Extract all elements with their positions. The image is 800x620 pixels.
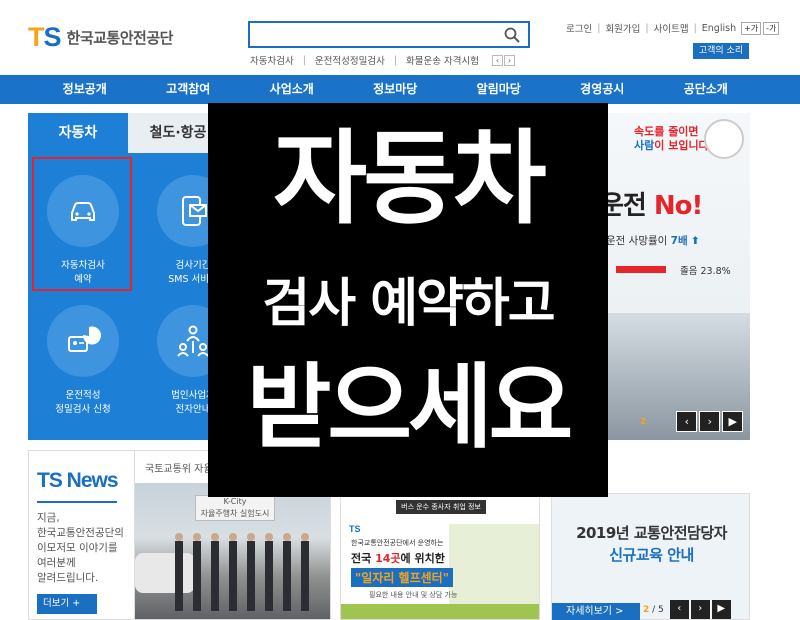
customer-voice-button[interactable]: 고객의 소리 xyxy=(693,43,749,59)
group-people-image xyxy=(135,533,309,611)
edu-controls: 2 / 5 ‹ › ▶ xyxy=(643,600,731,619)
license-chart-icon xyxy=(68,326,101,352)
mobile-mail-icon xyxy=(182,196,207,226)
highlight-box xyxy=(32,157,132,291)
edu-subtitle: 신규교육 안내 xyxy=(609,546,694,564)
nav-item-business[interactable]: 사업소개 xyxy=(240,75,344,104)
nav-item-participation[interactable]: 고객참여 xyxy=(137,75,241,104)
ts-news-box: TS News 지금, 한국교통안전공단의 이모저모 이야기를 여러분께 알려드… xyxy=(28,450,134,620)
speedometer-icon xyxy=(704,119,744,159)
news-photo: K-City 자율주행차 실험도시 xyxy=(135,483,330,619)
people-network-icon xyxy=(177,325,209,357)
news-description: 지금, 한국교통안전공단의 이모저모 이야기를 여러분께 알려드립니다. xyxy=(37,512,124,584)
caption-overlay: 자동차 검사 예약하고 받으세요 xyxy=(208,103,608,497)
arrow-up-icon: ⬆ xyxy=(690,235,700,247)
service-driver-aptitude-test[interactable]: 운전적성 정밀검사 신청 xyxy=(33,289,133,419)
banner-headline: 운전 No! xyxy=(600,191,703,221)
overlay-line-2: 검사 예약하고 xyxy=(262,274,555,334)
banner-page-number: 2 xyxy=(640,416,647,427)
nav-item-news[interactable]: 알림마당 xyxy=(447,75,551,104)
font-decrease-button[interactable]: -가 xyxy=(763,21,780,35)
font-increase-button[interactable]: +가 xyxy=(741,21,762,35)
ts-logo-small: TS xyxy=(349,524,361,534)
edu-more-button[interactable]: 자세히보기 > xyxy=(552,603,640,620)
nav-item-management[interactable]: 경영공시 xyxy=(551,75,655,104)
news-title: TS News xyxy=(37,469,119,492)
quick-link-car-inspection[interactable]: 자동차검사 xyxy=(250,53,294,67)
quick-link-cargo-exam[interactable]: 화물운송 자격시험 xyxy=(406,53,479,67)
banner-controls: 2 ‹ › ▶ xyxy=(640,411,744,432)
logo-mark: TS xyxy=(28,22,62,52)
signup-link[interactable]: 회원가입 xyxy=(605,21,640,35)
banner-speed-text: 속도를 줄이면 사람이 보입니다 xyxy=(634,125,709,152)
chevron-left-icon[interactable]: ‹ xyxy=(491,54,503,66)
chevron-right-icon[interactable]: › xyxy=(503,54,515,66)
edu-page-indicator: 2 / 5 xyxy=(643,604,664,615)
quick-link-driver-test[interactable]: 운전적성정밀검사 xyxy=(315,53,385,67)
overlay-line-3: 받으세요 xyxy=(246,354,574,461)
edu-title: 2019년 교통안전담당자 xyxy=(576,524,727,542)
main-nav: 정보공개 고객참여 사업소개 정보마당 알림마당 경영공시 공단소개 xyxy=(0,75,800,104)
kcity-sign: K-City 자율주행차 실험도시 xyxy=(195,495,275,521)
job-banner-sign: 버스 운수 종사자 취업 정보 xyxy=(396,500,486,514)
utility-links: 로그인 | 회원가입 | 사이트맵 | English +가 -가 xyxy=(566,21,780,35)
play-icon[interactable]: ▶ xyxy=(722,411,744,432)
site-logo[interactable]: TS 한국교통안전공단 xyxy=(28,22,173,53)
next-icon[interactable]: › xyxy=(699,411,721,432)
job-center-banner[interactable]: 버스 운수 종사자 취업 정보 TS 한국교통안전공단에서 운영하는 전국 14… xyxy=(340,493,540,620)
tab-car[interactable]: 자동차 xyxy=(28,113,128,153)
nav-item-info[interactable]: 정보마당 xyxy=(344,75,448,104)
promo-banner[interactable]: 속도를 줄이면 사람이 보입니다 운전 No! 운전 사망률이 7배 ⬆ 졸음 … xyxy=(596,113,750,440)
english-link[interactable]: English xyxy=(702,23,736,34)
news-more-button[interactable]: 더보기 + xyxy=(37,594,97,614)
prev-icon[interactable]: ‹ xyxy=(676,411,698,432)
search-icon[interactable] xyxy=(504,27,520,43)
map-image xyxy=(449,524,539,604)
news-caption: 국토교통위 자율 xyxy=(145,464,213,475)
nav-item-about[interactable]: 공단소개 xyxy=(654,75,758,104)
banner-bar: 졸음 23.8% xyxy=(606,260,746,278)
sitemap-link[interactable]: 사이트맵 xyxy=(654,21,689,35)
banner-stat: 운전 사망률이 7배 ⬆ xyxy=(606,235,700,247)
logo-text: 한국교통안전공단 xyxy=(66,29,174,47)
next-icon[interactable]: › xyxy=(690,600,710,619)
search-quick-links: 자동차검사 | 운전적성정밀검사 | 화물운송 자격시험 ‹ › xyxy=(250,53,515,67)
play-icon[interactable]: ▶ xyxy=(711,600,731,619)
login-link[interactable]: 로그인 xyxy=(566,21,592,35)
search-input[interactable] xyxy=(248,21,530,48)
prev-icon[interactable]: ‹ xyxy=(669,600,689,619)
drowsy-bar xyxy=(616,266,666,273)
overlay-line-1: 자동차 xyxy=(273,120,547,239)
nav-item-info-disclosure[interactable]: 정보공개 xyxy=(33,75,137,104)
